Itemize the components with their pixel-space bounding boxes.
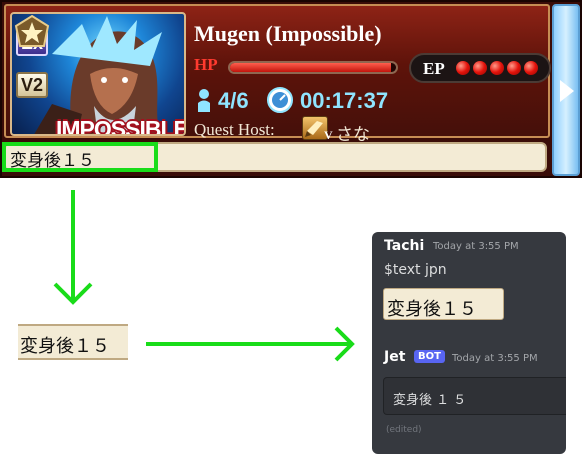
message-attachment-image[interactable]: 変身後１５ — [383, 288, 504, 320]
ep-dots — [456, 61, 538, 75]
cropped-name-image: 変身後１５ — [18, 324, 128, 360]
edited-label: (edited) — [386, 425, 422, 435]
highlight-box — [2, 142, 158, 172]
ep-dot — [490, 61, 504, 75]
host-rank-mark: V — [324, 128, 333, 142]
bot-embed: 変身後 １ ５ — [383, 377, 566, 415]
hp-label: HP — [194, 55, 218, 74]
raid-title: Mugen (Impossible) — [194, 21, 382, 46]
ep-gauge: EP — [409, 53, 551, 83]
scroll-arrow-icon — [560, 80, 574, 102]
raid-panel: Ex V2 IMPOSSIBLE Mugen (Impossible) HP E… — [4, 4, 551, 145]
ep-dot — [456, 61, 470, 75]
bot-username[interactable]: Jet — [384, 349, 405, 365]
ep-label: EP — [423, 59, 445, 78]
next-raid-button[interactable] — [552, 4, 580, 176]
hp-bar-fill — [230, 63, 392, 72]
players-count: 4/6 — [218, 88, 249, 113]
right-arrow-icon — [146, 326, 355, 362]
message-timestamp: Today at 3:55 PM — [433, 241, 519, 252]
bot-embed-text: 変身後 １ ５ — [393, 393, 467, 408]
discord-chat: Tachi Today at 3:55 PM $text jpn 変身後１５ J… — [372, 232, 566, 454]
message-username[interactable]: Tachi — [384, 238, 424, 254]
ep-dot — [507, 61, 521, 75]
message-text: $text jpn — [384, 262, 447, 278]
down-arrow-icon — [53, 190, 93, 305]
v2-badge: V2 — [16, 72, 48, 98]
star-emblem-icon — [14, 14, 50, 47]
boss-portrait: Ex V2 IMPOSSIBLE — [10, 12, 186, 136]
bot-message-timestamp: Today at 3:55 PM — [452, 353, 538, 364]
raid-timer: 00:17:37 — [300, 88, 389, 113]
bot-badge: BOT — [414, 350, 445, 363]
players-icon — [198, 89, 210, 112]
raid-banner[interactable]: Ex V2 IMPOSSIBLE Mugen (Impossible) HP E… — [0, 0, 582, 178]
cropped-name-text: 変身後１５ — [20, 336, 110, 357]
ep-dot — [473, 61, 487, 75]
difficulty-label: IMPOSSIBLE — [56, 116, 186, 136]
ep-dot — [524, 61, 538, 75]
timer-icon — [267, 87, 293, 113]
hp-bar — [228, 61, 398, 74]
attachment-text: 変身後１５ — [387, 299, 477, 320]
quest-host-label: Quest Host: — [194, 120, 275, 139]
